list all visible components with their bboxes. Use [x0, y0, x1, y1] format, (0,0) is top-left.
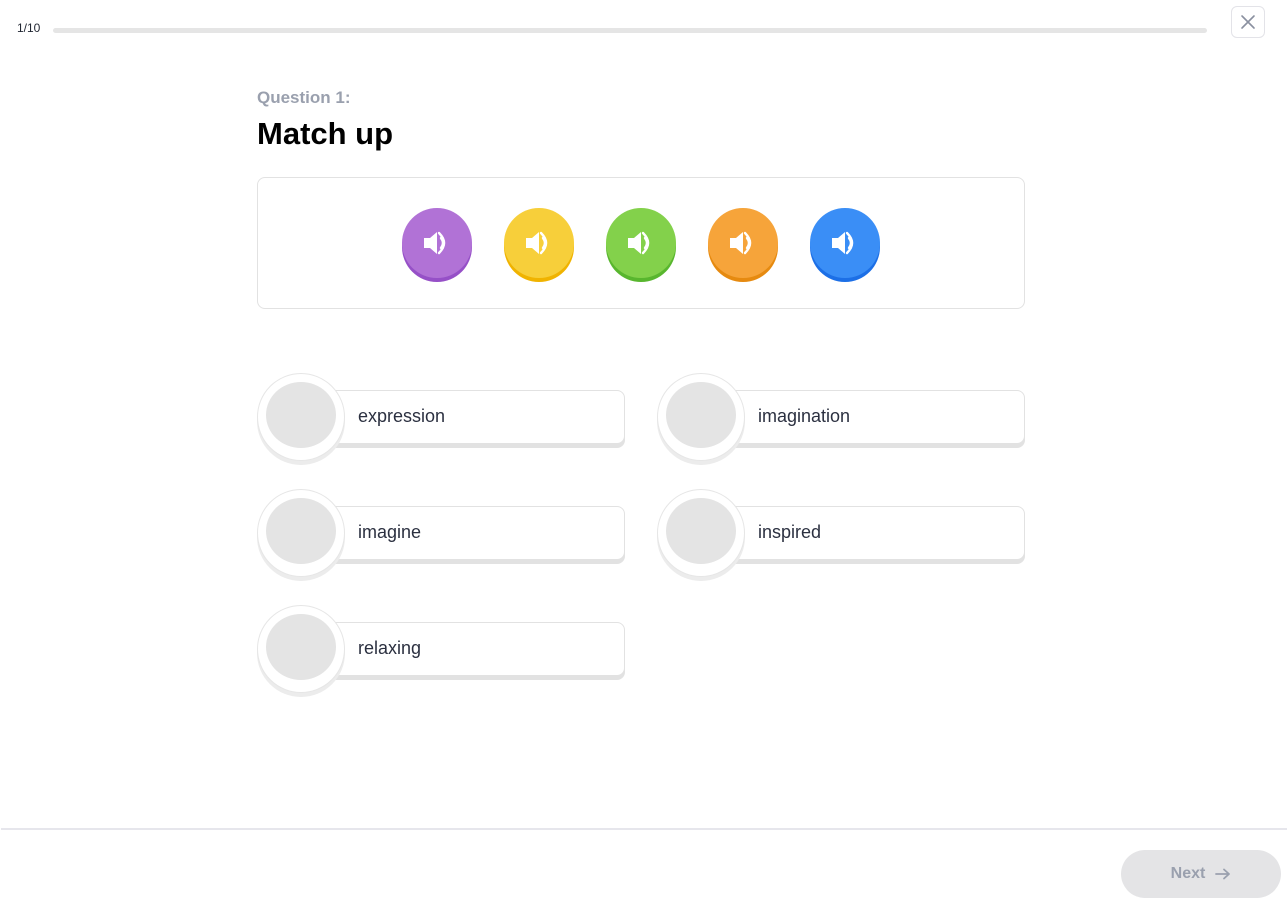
footer-divider — [1, 828, 1287, 830]
speaker-icon — [832, 231, 854, 255]
audio-button-1[interactable] — [402, 208, 472, 278]
drop-slot[interactable] — [257, 605, 345, 693]
drop-slot[interactable] — [657, 489, 745, 577]
answer-label: imagination — [758, 406, 851, 426]
drop-slot-placeholder — [266, 498, 336, 564]
drop-slot-placeholder — [666, 498, 736, 564]
answer-item: imagine — [257, 489, 625, 577]
audio-button-2[interactable] — [504, 208, 574, 278]
answer-label: relaxing — [358, 638, 422, 658]
audio-panel — [257, 177, 1025, 309]
close-button[interactable] — [1231, 6, 1265, 38]
progress-bar — [53, 28, 1207, 33]
answer-item: relaxing — [257, 605, 625, 693]
answer-item: expression — [257, 373, 625, 461]
drop-slot[interactable] — [257, 489, 345, 577]
answer-card[interactable]: relaxing — [297, 622, 625, 676]
answer-item: inspired — [657, 489, 1025, 577]
question-title: Match up — [257, 116, 394, 151]
answer-item: imagination — [657, 373, 1025, 461]
drop-slot-placeholder — [266, 614, 336, 680]
speaker-icon — [424, 231, 446, 255]
answer-label: expression — [358, 406, 446, 426]
answer-card[interactable]: imagine — [297, 506, 625, 560]
audio-button-5[interactable] — [810, 208, 880, 278]
speaker-icon — [628, 231, 650, 255]
speaker-icon — [730, 231, 752, 255]
arrow-right-icon — [1215, 868, 1231, 880]
answer-card[interactable]: expression — [297, 390, 625, 444]
progress-label: 1/10 — [17, 21, 41, 35]
next-label: Next — [1170, 865, 1206, 882]
audio-button-4[interactable] — [708, 208, 778, 278]
answer-card[interactable]: imagination — [697, 390, 1025, 444]
drop-slot[interactable] — [257, 373, 345, 461]
speaker-icon — [526, 231, 548, 255]
next-button[interactable]: Next — [1121, 850, 1281, 898]
answer-card[interactable]: inspired — [697, 506, 1025, 560]
drop-slot[interactable] — [657, 373, 745, 461]
drop-slot-placeholder — [266, 382, 336, 448]
drop-slot-placeholder — [666, 382, 736, 448]
close-icon — [1241, 15, 1255, 29]
question-number: Question 1: — [257, 88, 351, 107]
audio-button-3[interactable] — [606, 208, 676, 278]
answer-label: imagine — [358, 522, 422, 542]
answer-label: inspired — [758, 522, 822, 542]
